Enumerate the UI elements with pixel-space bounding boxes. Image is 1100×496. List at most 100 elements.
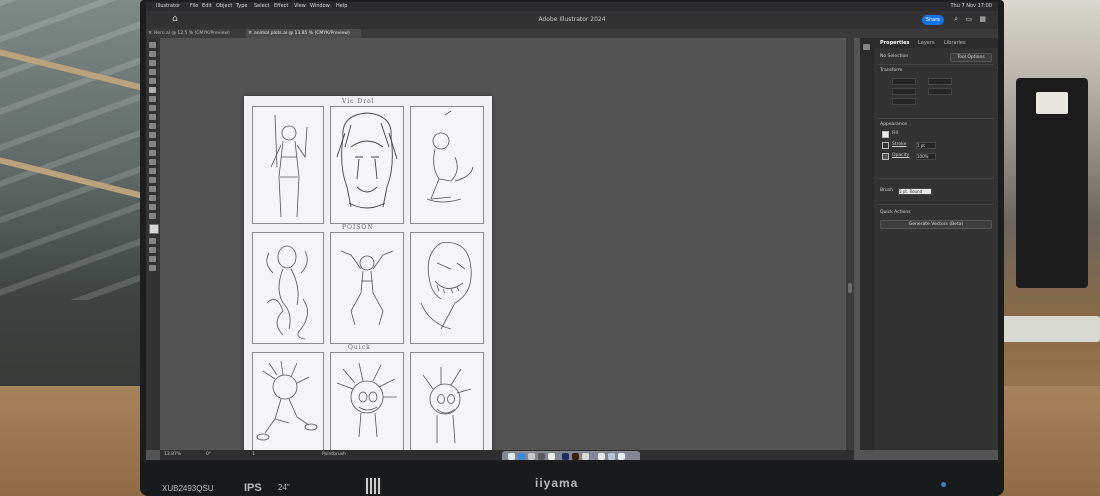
tab-libraries[interactable]: Libraries xyxy=(944,40,966,46)
divider xyxy=(878,204,994,205)
stroke-weight-field[interactable]: 1 pt xyxy=(916,142,936,149)
tab-animal-plots[interactable]: × animal plots.ai @ 13.85 % (CMYK/Previe… xyxy=(246,29,361,38)
x-field[interactable] xyxy=(892,78,916,85)
curvature-tool-icon[interactable] xyxy=(149,69,156,75)
finder-icon[interactable] xyxy=(508,453,515,460)
shape-builder-tool-icon[interactable] xyxy=(149,159,156,165)
close-icon[interactable]: × xyxy=(248,29,252,38)
menu-effect[interactable]: Effect xyxy=(274,2,288,11)
close-icon[interactable]: × xyxy=(148,29,152,38)
panel-tabs: Properties Layers Libraries xyxy=(874,38,998,48)
rectangle-tool-icon[interactable] xyxy=(149,105,156,111)
sketch-panel xyxy=(330,232,404,344)
type-tool-icon[interactable] xyxy=(149,78,156,84)
screen-mode-icon[interactable] xyxy=(149,256,156,262)
more-tools-icon[interactable] xyxy=(149,265,156,271)
menu-object[interactable]: Object xyxy=(216,2,232,11)
stroke-swatch[interactable] xyxy=(882,142,889,149)
divider xyxy=(878,64,994,65)
menu-window[interactable]: Window xyxy=(310,2,330,11)
selection-tool-icon[interactable] xyxy=(149,42,156,48)
tool-options-button[interactable]: Tool Options xyxy=(950,53,992,62)
pen-tool-icon[interactable] xyxy=(149,60,156,66)
opacity-field[interactable]: 100% xyxy=(916,153,936,160)
app-icon[interactable] xyxy=(582,453,589,460)
fill-swatch[interactable] xyxy=(149,224,159,234)
menu-file[interactable]: File xyxy=(190,2,198,11)
hand-tool-icon[interactable] xyxy=(149,204,156,210)
menu-edit[interactable]: Edit xyxy=(202,2,212,11)
width-field[interactable] xyxy=(928,78,952,85)
sketch-panel xyxy=(252,232,324,344)
app-title: Adobe Illustrator 2024 xyxy=(538,16,606,23)
height-field[interactable] xyxy=(928,88,952,95)
blend-tool-icon[interactable] xyxy=(149,186,156,192)
properties-panel: Properties Layers Libraries No Selection… xyxy=(874,38,998,450)
tab-layers[interactable]: Layers xyxy=(918,40,935,46)
menu-view[interactable]: View xyxy=(294,2,306,11)
pencil-tool-icon[interactable] xyxy=(149,114,156,120)
search-icon[interactable]: ⌕ xyxy=(954,15,958,24)
app-icon[interactable] xyxy=(608,453,615,460)
sketch-ghost-figure xyxy=(266,245,308,340)
opacity-label[interactable]: Opacity xyxy=(892,153,909,158)
workspace-icon[interactable]: ▦ xyxy=(979,15,986,23)
eyedropper-tool-icon[interactable] xyxy=(149,177,156,183)
mac-dock xyxy=(502,451,640,460)
settings-icon[interactable] xyxy=(538,453,545,460)
safari-icon[interactable] xyxy=(518,453,525,460)
artboard[interactable]: Vic Drol POISON Quick xyxy=(244,96,492,460)
color-mode-icon[interactable] xyxy=(149,238,156,244)
draw-mode-icon[interactable] xyxy=(149,247,156,253)
menu-help[interactable]: Help xyxy=(336,2,347,11)
direct-selection-tool-icon[interactable] xyxy=(149,51,156,57)
fill-swatch[interactable] xyxy=(882,131,889,138)
arrange-icon[interactable]: ▭ xyxy=(965,15,972,23)
illustrator-icon[interactable] xyxy=(572,453,579,460)
tab-properties[interactable]: Properties xyxy=(880,40,909,46)
sketch-venom-face xyxy=(420,242,472,330)
artboard-tool-icon[interactable] xyxy=(149,195,156,201)
notes-icon[interactable] xyxy=(548,453,555,460)
y-field[interactable] xyxy=(892,88,916,95)
trash-icon[interactable] xyxy=(618,453,625,460)
gradient-tool-icon[interactable] xyxy=(149,168,156,174)
monitor-brand: iiyama xyxy=(535,476,579,490)
scrollbar-thumb[interactable] xyxy=(848,283,852,293)
zoom-level[interactable]: 13.87% xyxy=(164,450,181,460)
vertical-scrollbar[interactable] xyxy=(846,38,854,450)
brush-dropdown[interactable]: 5 pt. Round xyxy=(898,188,932,195)
rotate-field[interactable] xyxy=(892,98,916,105)
paintbrush-tool-icon[interactable] xyxy=(149,87,156,93)
row-label: Vic Drol xyxy=(342,98,375,105)
monitor-model: XUB2493QSU xyxy=(162,484,214,493)
transform-heading: Transform xyxy=(880,68,903,73)
launchpad-icon[interactable] xyxy=(528,453,535,460)
eraser-tool-icon[interactable] xyxy=(149,123,156,129)
stroke-label[interactable]: Stroke xyxy=(892,142,906,147)
menu-illustrator[interactable]: Illustrator xyxy=(156,2,180,11)
panel-dock-strip xyxy=(860,38,874,450)
photoshop-icon[interactable] xyxy=(562,453,569,460)
menu-type[interactable]: Type xyxy=(236,2,247,11)
sketch-face xyxy=(336,112,398,209)
rotation-value[interactable]: 0° xyxy=(206,450,211,460)
canvas[interactable]: Vic Drol POISON Quick xyxy=(160,38,860,460)
sketch-hedgehog-running xyxy=(256,360,318,441)
appearance-heading: Appearance xyxy=(880,122,908,127)
share-button[interactable]: Share xyxy=(922,15,944,25)
tab-hero[interactable]: × Hero.ai @ 12.5 % (CMYK/Preview) xyxy=(146,29,246,38)
width-tool-icon[interactable] xyxy=(149,150,156,156)
row-label: POISON xyxy=(342,224,374,231)
app-icon[interactable] xyxy=(598,453,605,460)
generate-vectors-button[interactable]: Generate Vectors (Beta) xyxy=(880,220,992,229)
comments-icon[interactable] xyxy=(863,44,870,50)
zoom-tool-icon[interactable] xyxy=(149,213,156,219)
menu-select[interactable]: Select xyxy=(254,2,269,11)
line-tool-icon[interactable] xyxy=(149,96,156,102)
artboard-number[interactable]: 1 xyxy=(252,450,255,460)
scale-tool-icon[interactable] xyxy=(149,141,156,147)
rotate-tool-icon[interactable] xyxy=(149,132,156,138)
mac-menu-bar: Illustrator File Edit Object Type Select… xyxy=(146,2,998,11)
tools-panel xyxy=(146,38,160,450)
